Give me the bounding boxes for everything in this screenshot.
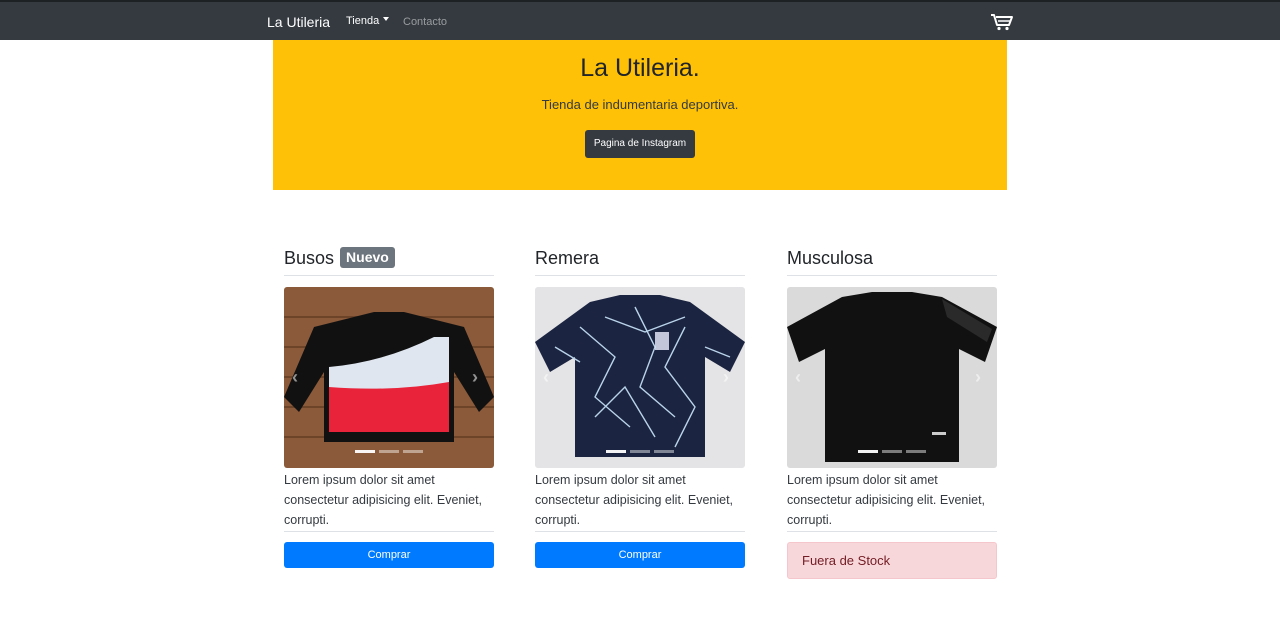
carousel-indicators <box>787 450 997 453</box>
card-title: Busos Nuevo <box>284 240 494 276</box>
product-card-remera: Remera ‹ › Lorem ipsum dolor sit amet co… <box>535 240 745 568</box>
caret-down-icon <box>383 17 390 22</box>
carousel-indicator[interactable] <box>858 450 878 453</box>
carousel-prev-icon[interactable]: ‹ <box>292 368 306 386</box>
carousel-prev-icon[interactable]: ‹ <box>543 368 557 386</box>
carousel-indicators <box>284 450 494 453</box>
card-title: Remera <box>535 240 745 276</box>
hero-jumbotron: La Utileria. Tienda de indumentaria depo… <box>273 40 1007 190</box>
carousel-indicator[interactable] <box>355 450 375 453</box>
carousel-indicators <box>535 450 745 453</box>
carousel-indicator[interactable] <box>403 450 423 453</box>
card-title: Musculosa <box>787 240 997 276</box>
carousel-indicator[interactable] <box>379 450 399 453</box>
product-card-busos: Busos Nuevo ‹ › Lorem ipsum dolor sit am… <box>284 240 494 568</box>
navbar: La Utileria Tienda Contacto <box>0 0 1280 40</box>
brand-link[interactable]: La Utileria <box>267 14 330 30</box>
card-title-text: Musculosa <box>787 247 874 268</box>
carousel-indicator[interactable] <box>882 450 902 453</box>
product-carousel[interactable]: ‹ › <box>535 287 745 468</box>
new-badge: Nuevo <box>340 247 395 268</box>
card-text: Lorem ipsum dolor sit amet consectetur a… <box>284 470 494 532</box>
nav-tienda-label: Tienda <box>346 15 380 27</box>
hero-subtitle: Tienda de indumentaria deportiva. <box>541 97 739 112</box>
product-image-jersey <box>535 287 745 468</box>
card-title-text: Busos <box>284 247 335 268</box>
product-image-sweatshirt <box>284 287 494 468</box>
product-carousel[interactable]: ‹ › <box>284 287 494 468</box>
carousel-next-icon[interactable]: › <box>472 368 486 386</box>
product-carousel[interactable]: ‹ › <box>787 287 997 468</box>
product-image-black-shirt <box>787 287 997 468</box>
card-text: Lorem ipsum dolor sit amet consectetur a… <box>535 470 745 532</box>
nav-link-contacto[interactable]: Contacto <box>403 16 447 28</box>
carousel-next-icon[interactable]: › <box>975 368 989 386</box>
buy-button[interactable]: Comprar <box>284 542 494 568</box>
product-card-musculosa: Musculosa ‹ › Lorem ipsum dolor sit amet… <box>787 240 997 579</box>
hero-title: La Utileria. <box>580 54 700 82</box>
carousel-indicator[interactable] <box>654 450 674 453</box>
carousel-prev-icon[interactable]: ‹ <box>795 368 809 386</box>
carousel-indicator[interactable] <box>630 450 650 453</box>
carousel-indicator[interactable] <box>906 450 926 453</box>
carousel-indicator[interactable] <box>606 450 626 453</box>
card-text: Lorem ipsum dolor sit amet consectetur a… <box>787 470 997 532</box>
out-of-stock-alert: Fuera de Stock <box>787 542 997 579</box>
instagram-button[interactable]: Pagina de Instagram <box>585 130 695 158</box>
carousel-next-icon[interactable]: › <box>723 368 737 386</box>
cart-icon[interactable] <box>990 13 1014 31</box>
nav-dropdown-tienda[interactable]: Tienda <box>346 15 390 27</box>
buy-button[interactable]: Comprar <box>535 542 745 568</box>
card-title-text: Remera <box>535 247 600 268</box>
